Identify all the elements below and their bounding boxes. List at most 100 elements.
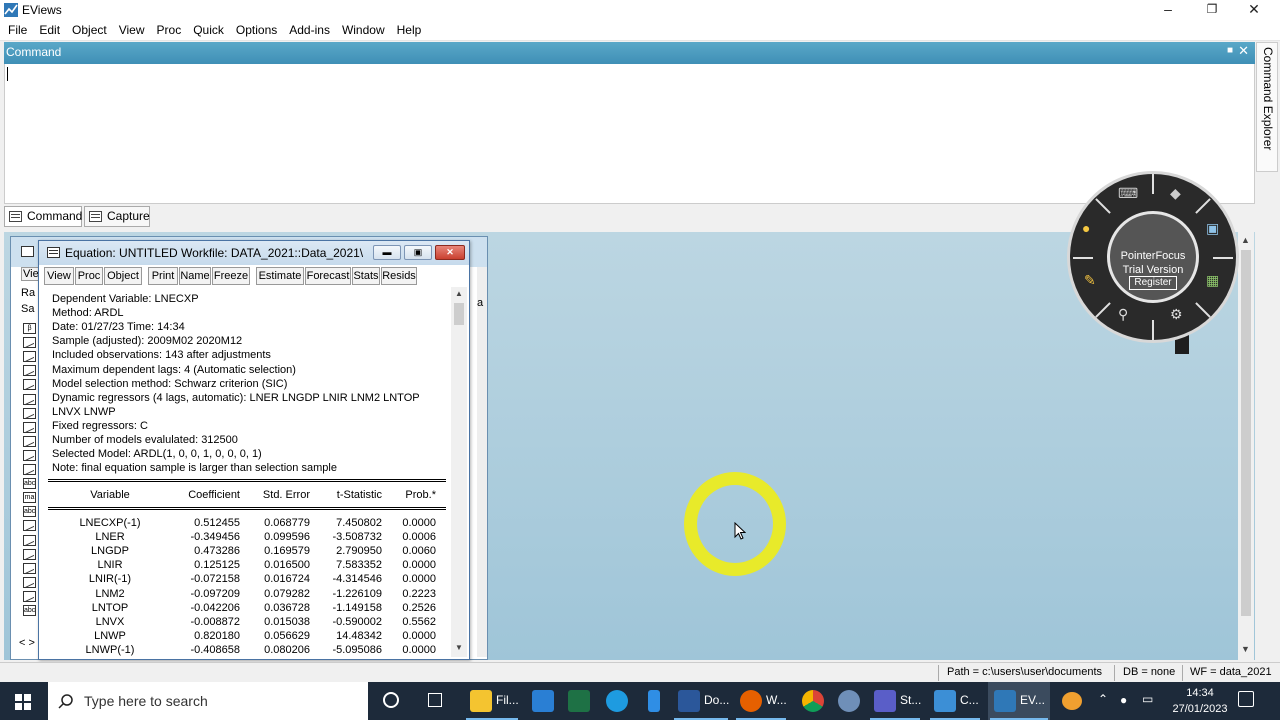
equation-close-button[interactable]: ✕ — [435, 245, 465, 260]
taskbar-st-app[interactable]: St... — [868, 682, 922, 720]
series-object-icon[interactable] — [23, 337, 36, 349]
start-button[interactable] — [0, 682, 46, 720]
magnifier-icon[interactable]: ⚲ — [1118, 306, 1128, 323]
taskbar-clock[interactable]: 14:34 27/01/2023 — [1164, 685, 1236, 717]
maximize-button[interactable]: ❐ — [1190, 0, 1234, 20]
task-view-button[interactable] — [420, 682, 450, 720]
menu-file[interactable]: File — [0, 20, 33, 40]
pointerfocus-register-button[interactable]: Register — [1129, 276, 1177, 290]
keyboard-icon[interactable]: ⌨ — [1118, 185, 1138, 202]
series-object-icon[interactable] — [23, 548, 36, 560]
weather-icon[interactable] — [1062, 692, 1082, 710]
object-button[interactable]: Object — [104, 267, 142, 285]
series-object-icon[interactable] — [23, 365, 36, 377]
proc-button[interactable]: Proc — [75, 267, 103, 285]
series-object-icon[interactable] — [23, 435, 36, 447]
menu-window[interactable]: Window — [336, 20, 391, 40]
scroll-down-arrow-icon[interactable]: ▼ — [1241, 644, 1250, 654]
equation-window[interactable]: Equation: UNTITLED Workfile: DATA_2021::… — [38, 240, 470, 660]
equation-minimize-button[interactable]: ▬ — [373, 245, 401, 260]
cell-coefficient: 0.820180 — [194, 629, 240, 642]
exit-icon[interactable]: ▦ — [1206, 272, 1219, 289]
equation-restore-button[interactable]: ▣ — [404, 245, 432, 260]
tray-chevron-icon[interactable]: ⌃ — [1098, 692, 1108, 706]
map-object-icon[interactable]: ma — [23, 492, 36, 504]
menu-help[interactable]: Help — [391, 20, 428, 40]
resids-button[interactable]: Resids — [381, 267, 417, 285]
taskbar-eviews[interactable]: EV... — [988, 682, 1050, 720]
estimation-header-line: Selected Model: ARDL(1, 0, 0, 1, 0, 0, 0… — [52, 448, 262, 461]
coef-object-icon[interactable]: β — [23, 323, 36, 334]
name-button[interactable]: Name — [179, 267, 211, 285]
lightbulb-icon[interactable]: ● — [1082, 220, 1090, 236]
taskbar-excel[interactable] — [562, 682, 592, 720]
series-object-icon[interactable] — [23, 351, 36, 363]
scrollbar-thumb[interactable] — [1241, 250, 1251, 616]
series-object-icon[interactable] — [23, 393, 36, 405]
menu-add-ins[interactable]: Add-ins — [283, 20, 336, 40]
command-close-icon[interactable]: ✕ — [1238, 43, 1249, 59]
taskbar-chrome[interactable] — [796, 682, 826, 720]
freeze-button[interactable]: Freeze — [212, 267, 250, 285]
menu-edit[interactable]: Edit — [33, 20, 66, 40]
menu-quick[interactable]: Quick — [187, 20, 230, 40]
menu-options[interactable]: Options — [230, 20, 283, 40]
tab-capture[interactable]: Capture — [84, 206, 150, 227]
equation-scrollbar[interactable]: ▲ ▼ — [451, 287, 467, 657]
close-button[interactable]: ✕ — [1232, 0, 1276, 20]
battery-icon[interactable]: ▭ — [1142, 692, 1153, 706]
menu-proc[interactable]: Proc — [151, 20, 188, 40]
taskbar-word[interactable]: Do... — [672, 682, 730, 720]
series-object-icon[interactable] — [23, 379, 36, 391]
taskbar-edge[interactable] — [600, 682, 630, 720]
pin-icon[interactable]: ■ — [1227, 45, 1233, 56]
series-object-icon[interactable] — [23, 534, 36, 546]
eq-scrollbar-thumb[interactable] — [454, 303, 464, 325]
cell-std-error: 0.036728 — [264, 601, 310, 614]
view-button[interactable]: View — [44, 267, 74, 285]
pencil-icon[interactable]: ✎ — [1084, 272, 1096, 289]
taskbar-app-sigma[interactable] — [832, 682, 862, 720]
cortana-button[interactable] — [376, 682, 406, 720]
workfile-nav-arrows[interactable]: < > — [19, 637, 35, 649]
notification-icon[interactable] — [1238, 691, 1254, 707]
eraser-icon[interactable]: ◆ — [1170, 185, 1181, 202]
command-input-area[interactable] — [4, 64, 1255, 204]
eq-scroll-down-icon[interactable]: ▼ — [455, 643, 463, 652]
minimize-button[interactable]: – — [1146, 0, 1190, 20]
cell-variable: LNER — [95, 531, 125, 544]
command-explorer-tab[interactable]: Command Explorer — [1256, 42, 1278, 172]
equation-titlebar[interactable]: Equation: UNTITLED Workfile: DATA_2021::… — [39, 241, 469, 265]
print-button[interactable]: Print — [148, 267, 178, 285]
taskbar-search-box[interactable]: Type here to search — [48, 682, 368, 720]
taskbar-firefox[interactable]: W... — [734, 682, 788, 720]
workspace-scrollbar[interactable]: ▲ ▼ — [1238, 232, 1254, 660]
taskbar-mail[interactable] — [526, 682, 556, 720]
menu-view[interactable]: View — [113, 20, 151, 40]
series-object-icon[interactable] — [23, 562, 36, 574]
taskbar-c-app[interactable]: C... — [928, 682, 982, 720]
series-object-icon[interactable] — [23, 407, 36, 419]
series-object-icon[interactable] — [23, 449, 36, 461]
taskbar-file-explorer[interactable]: Fil... — [464, 682, 520, 720]
window-icon[interactable]: ▣ — [1206, 220, 1219, 237]
estimate-button[interactable]: Estimate — [256, 267, 304, 285]
settings-gear-icon[interactable]: ⚙ — [1170, 306, 1183, 323]
tab-command[interactable]: Command — [4, 206, 82, 227]
taskbar-phone[interactable] — [638, 682, 668, 720]
series-object-icon[interactable] — [23, 576, 36, 588]
alpha-object-icon[interactable]: abc — [23, 478, 36, 490]
eq-scroll-up-icon[interactable]: ▲ — [455, 289, 463, 298]
stats-button[interactable]: Stats — [352, 267, 380, 285]
series-object-icon[interactable] — [23, 590, 36, 602]
series-object-icon[interactable] — [23, 464, 36, 475]
series-object-icon[interactable] — [23, 421, 36, 433]
menu-object[interactable]: Object — [66, 20, 113, 40]
network-icon[interactable]: ● — [1120, 693, 1127, 707]
series-object-icon[interactable] — [23, 520, 36, 532]
alpha-object-icon[interactable]: abc — [23, 605, 36, 616]
scroll-up-arrow-icon[interactable]: ▲ — [1241, 235, 1250, 245]
alpha-object-icon[interactable]: abc — [23, 506, 36, 518]
forecast-button[interactable]: Forecast — [305, 267, 351, 285]
search-icon — [58, 694, 73, 709]
